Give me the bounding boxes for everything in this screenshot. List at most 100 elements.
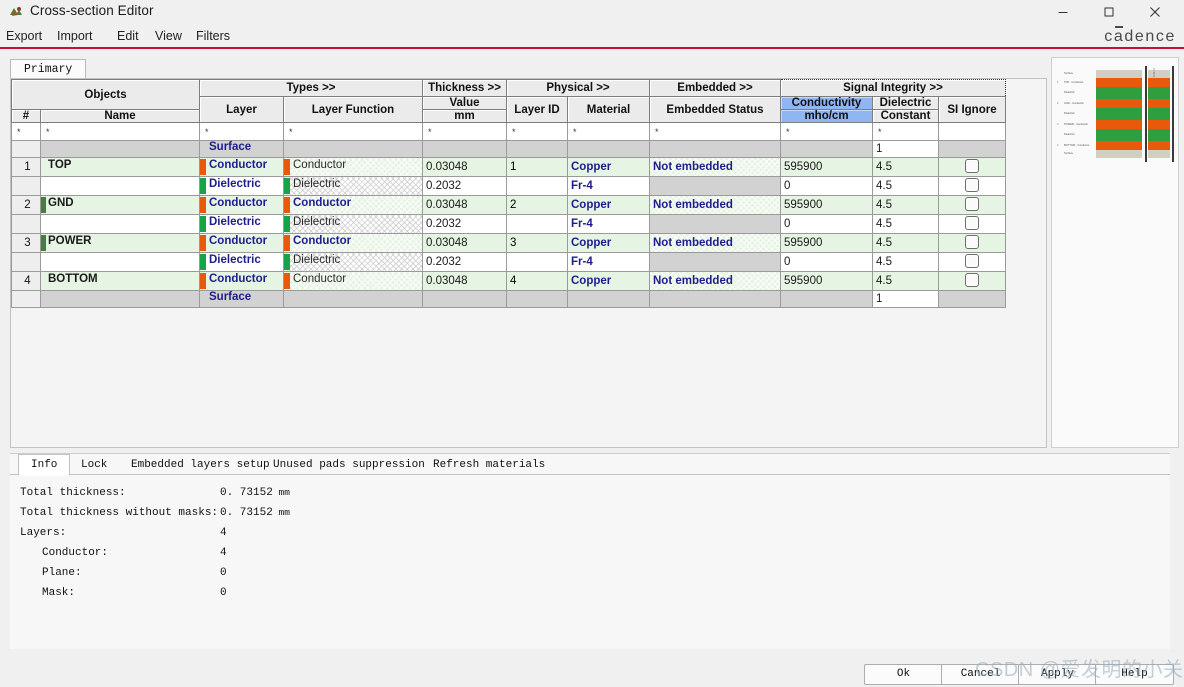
group-header-embedded[interactable]: Embedded >> [649, 79, 781, 97]
row-material-cell[interactable]: Copper [567, 157, 650, 177]
cancel-button[interactable]: Cancel [941, 664, 1020, 685]
row-si-ignore-cell[interactable] [938, 252, 1006, 272]
table-row[interactable]: Dielectric Dielectric 0.2032 Fr-4 0 4.5 [11, 176, 1006, 196]
group-header-thickness[interactable]: Thickness >> [422, 79, 507, 97]
row-layer-id-cell[interactable] [506, 252, 568, 272]
help-button[interactable]: Help [1095, 664, 1174, 685]
column-header-layerfn[interactable]: Layer Function [283, 96, 423, 123]
bottom-tab-embedded-layers-setup[interactable]: Embedded layers setup [118, 454, 283, 476]
row-thickness-cell[interactable]: 0.03048 [422, 157, 507, 177]
row-layer-cell[interactable]: Surface [199, 290, 284, 308]
menu-import[interactable]: Import [57, 26, 92, 46]
tab-primary[interactable]: Primary [10, 59, 87, 79]
row-si-ignore-cell[interactable] [938, 176, 1006, 196]
menu-filters[interactable]: Filters [196, 26, 230, 46]
group-header-types[interactable]: Types >> [199, 79, 423, 97]
row-layer-function-cell[interactable]: Dielectric [283, 214, 423, 234]
row-dielectric-constant-cell[interactable]: 4.5 [872, 214, 939, 234]
row-number-cell[interactable] [11, 140, 41, 158]
row-number-cell[interactable] [11, 290, 41, 308]
row-conductivity-cell[interactable]: 595900 [780, 195, 873, 215]
column-header-thickness-unit[interactable]: mm [422, 109, 507, 123]
row-embedded-status-cell[interactable] [649, 214, 781, 234]
row-number-cell[interactable]: 4 [11, 271, 41, 291]
row-number-cell[interactable]: 3 [11, 233, 41, 253]
si-ignore-checkbox[interactable] [965, 273, 979, 287]
column-header-conductivity-unit[interactable]: mho/cm [780, 109, 873, 123]
filter-cell-embedded[interactable]: * [649, 122, 781, 141]
row-thickness-cell[interactable]: 0.2032 [422, 252, 507, 272]
column-header-thickness[interactable]: Value [422, 96, 507, 110]
row-layer-id-cell[interactable]: 3 [506, 233, 568, 253]
row-si-ignore-cell[interactable] [938, 157, 1006, 177]
row-embedded-status-cell[interactable] [649, 290, 781, 308]
row-conductivity-cell[interactable]: 595900 [780, 271, 873, 291]
row-dielectric-constant-cell[interactable]: 4.5 [872, 176, 939, 196]
column-header-dielectric-constant[interactable]: Constant [872, 109, 939, 123]
row-name-cell[interactable]: TOP [40, 157, 200, 177]
row-layer-cell[interactable]: Conductor [199, 195, 284, 215]
row-layer-id-cell[interactable]: 1 [506, 157, 568, 177]
si-ignore-checkbox[interactable] [965, 235, 979, 249]
row-thickness-cell[interactable]: 0.2032 [422, 214, 507, 234]
row-layer-function-cell[interactable]: Dielectric [283, 252, 423, 272]
row-layer-function-cell[interactable]: Conductor [283, 195, 423, 215]
row-conductivity-cell[interactable] [780, 140, 873, 158]
column-header-siignore[interactable]: SI Ignore [938, 96, 1006, 123]
row-material-cell[interactable]: Fr-4 [567, 252, 650, 272]
row-embedded-status-cell[interactable]: Not embedded [649, 195, 781, 215]
row-number-cell[interactable]: 1 [11, 157, 41, 177]
row-dielectric-constant-cell[interactable]: 1 [872, 140, 939, 158]
filter-cell-material[interactable]: * [567, 122, 650, 141]
column-header-layerid[interactable]: Layer ID [506, 96, 568, 123]
row-conductivity-cell[interactable]: 0 [780, 214, 873, 234]
row-embedded-status-cell[interactable]: Not embedded [649, 157, 781, 177]
column-header-conduct[interactable]: Conductivity [780, 96, 873, 110]
row-thickness-cell[interactable]: 0.03048 [422, 271, 507, 291]
column-header-material[interactable]: Material [567, 96, 650, 123]
row-material-cell[interactable]: Fr-4 [567, 214, 650, 234]
row-si-ignore-cell[interactable] [938, 233, 1006, 253]
row-layer-cell[interactable]: Dielectric [199, 176, 284, 196]
column-header-number[interactable]: # [11, 109, 41, 123]
bottom-tab-unused-pads-suppression[interactable]: Unused pads suppression [260, 454, 438, 476]
row-embedded-status-cell[interactable] [649, 252, 781, 272]
row-number-cell[interactable] [11, 252, 41, 272]
row-thickness-cell[interactable]: 0.03048 [422, 195, 507, 215]
grid-filter-row[interactable]: * * * * * * * * * * [11, 122, 1006, 141]
row-dielectric-constant-cell[interactable]: 4.5 [872, 271, 939, 291]
column-header-embedded[interactable]: Embedded Status [649, 96, 781, 123]
row-dielectric-constant-cell[interactable]: 4.5 [872, 195, 939, 215]
filter-cell-dielectric[interactable]: * [872, 122, 939, 141]
row-embedded-status-cell[interactable] [649, 140, 781, 158]
table-row[interactable]: Surface 1 [11, 290, 1006, 308]
row-si-ignore-cell[interactable] [938, 214, 1006, 234]
row-conductivity-cell[interactable]: 595900 [780, 157, 873, 177]
row-embedded-status-cell[interactable] [649, 176, 781, 196]
row-thickness-cell[interactable]: 0.2032 [422, 176, 507, 196]
row-layer-function-cell[interactable] [283, 140, 423, 158]
row-layer-cell[interactable]: Conductor [199, 271, 284, 291]
row-material-cell[interactable]: Copper [567, 233, 650, 253]
row-layer-id-cell[interactable] [506, 290, 568, 308]
row-conductivity-cell[interactable]: 0 [780, 252, 873, 272]
row-conductivity-cell[interactable]: 595900 [780, 233, 873, 253]
row-layer-cell[interactable]: Surface [199, 140, 284, 158]
menu-view[interactable]: View [155, 26, 182, 46]
row-si-ignore-cell[interactable] [938, 290, 1006, 308]
row-thickness-cell[interactable] [422, 140, 507, 158]
row-name-cell[interactable] [40, 252, 200, 272]
row-thickness-cell[interactable] [422, 290, 507, 308]
bottom-tab-refresh-materials[interactable]: Refresh materials [420, 454, 558, 476]
table-row[interactable]: 4 BOTTOM Conductor Conductor 0.03048 4 Copper N… [11, 271, 1006, 291]
row-material-cell[interactable] [567, 140, 650, 158]
row-name-cell[interactable] [40, 290, 200, 308]
column-header-layer[interactable]: Layer [199, 96, 284, 123]
table-row[interactable]: Dielectric Dielectric 0.2032 Fr-4 0 4.5 [11, 252, 1006, 272]
row-si-ignore-cell[interactable] [938, 271, 1006, 291]
group-header-physical[interactable]: Physical >> [506, 79, 650, 97]
row-material-cell[interactable]: Copper [567, 195, 650, 215]
filter-cell-siignore[interactable] [938, 122, 1006, 141]
group-header-signal-integrity[interactable]: Signal Integrity >> [780, 79, 1006, 97]
row-material-cell[interactable] [567, 290, 650, 308]
